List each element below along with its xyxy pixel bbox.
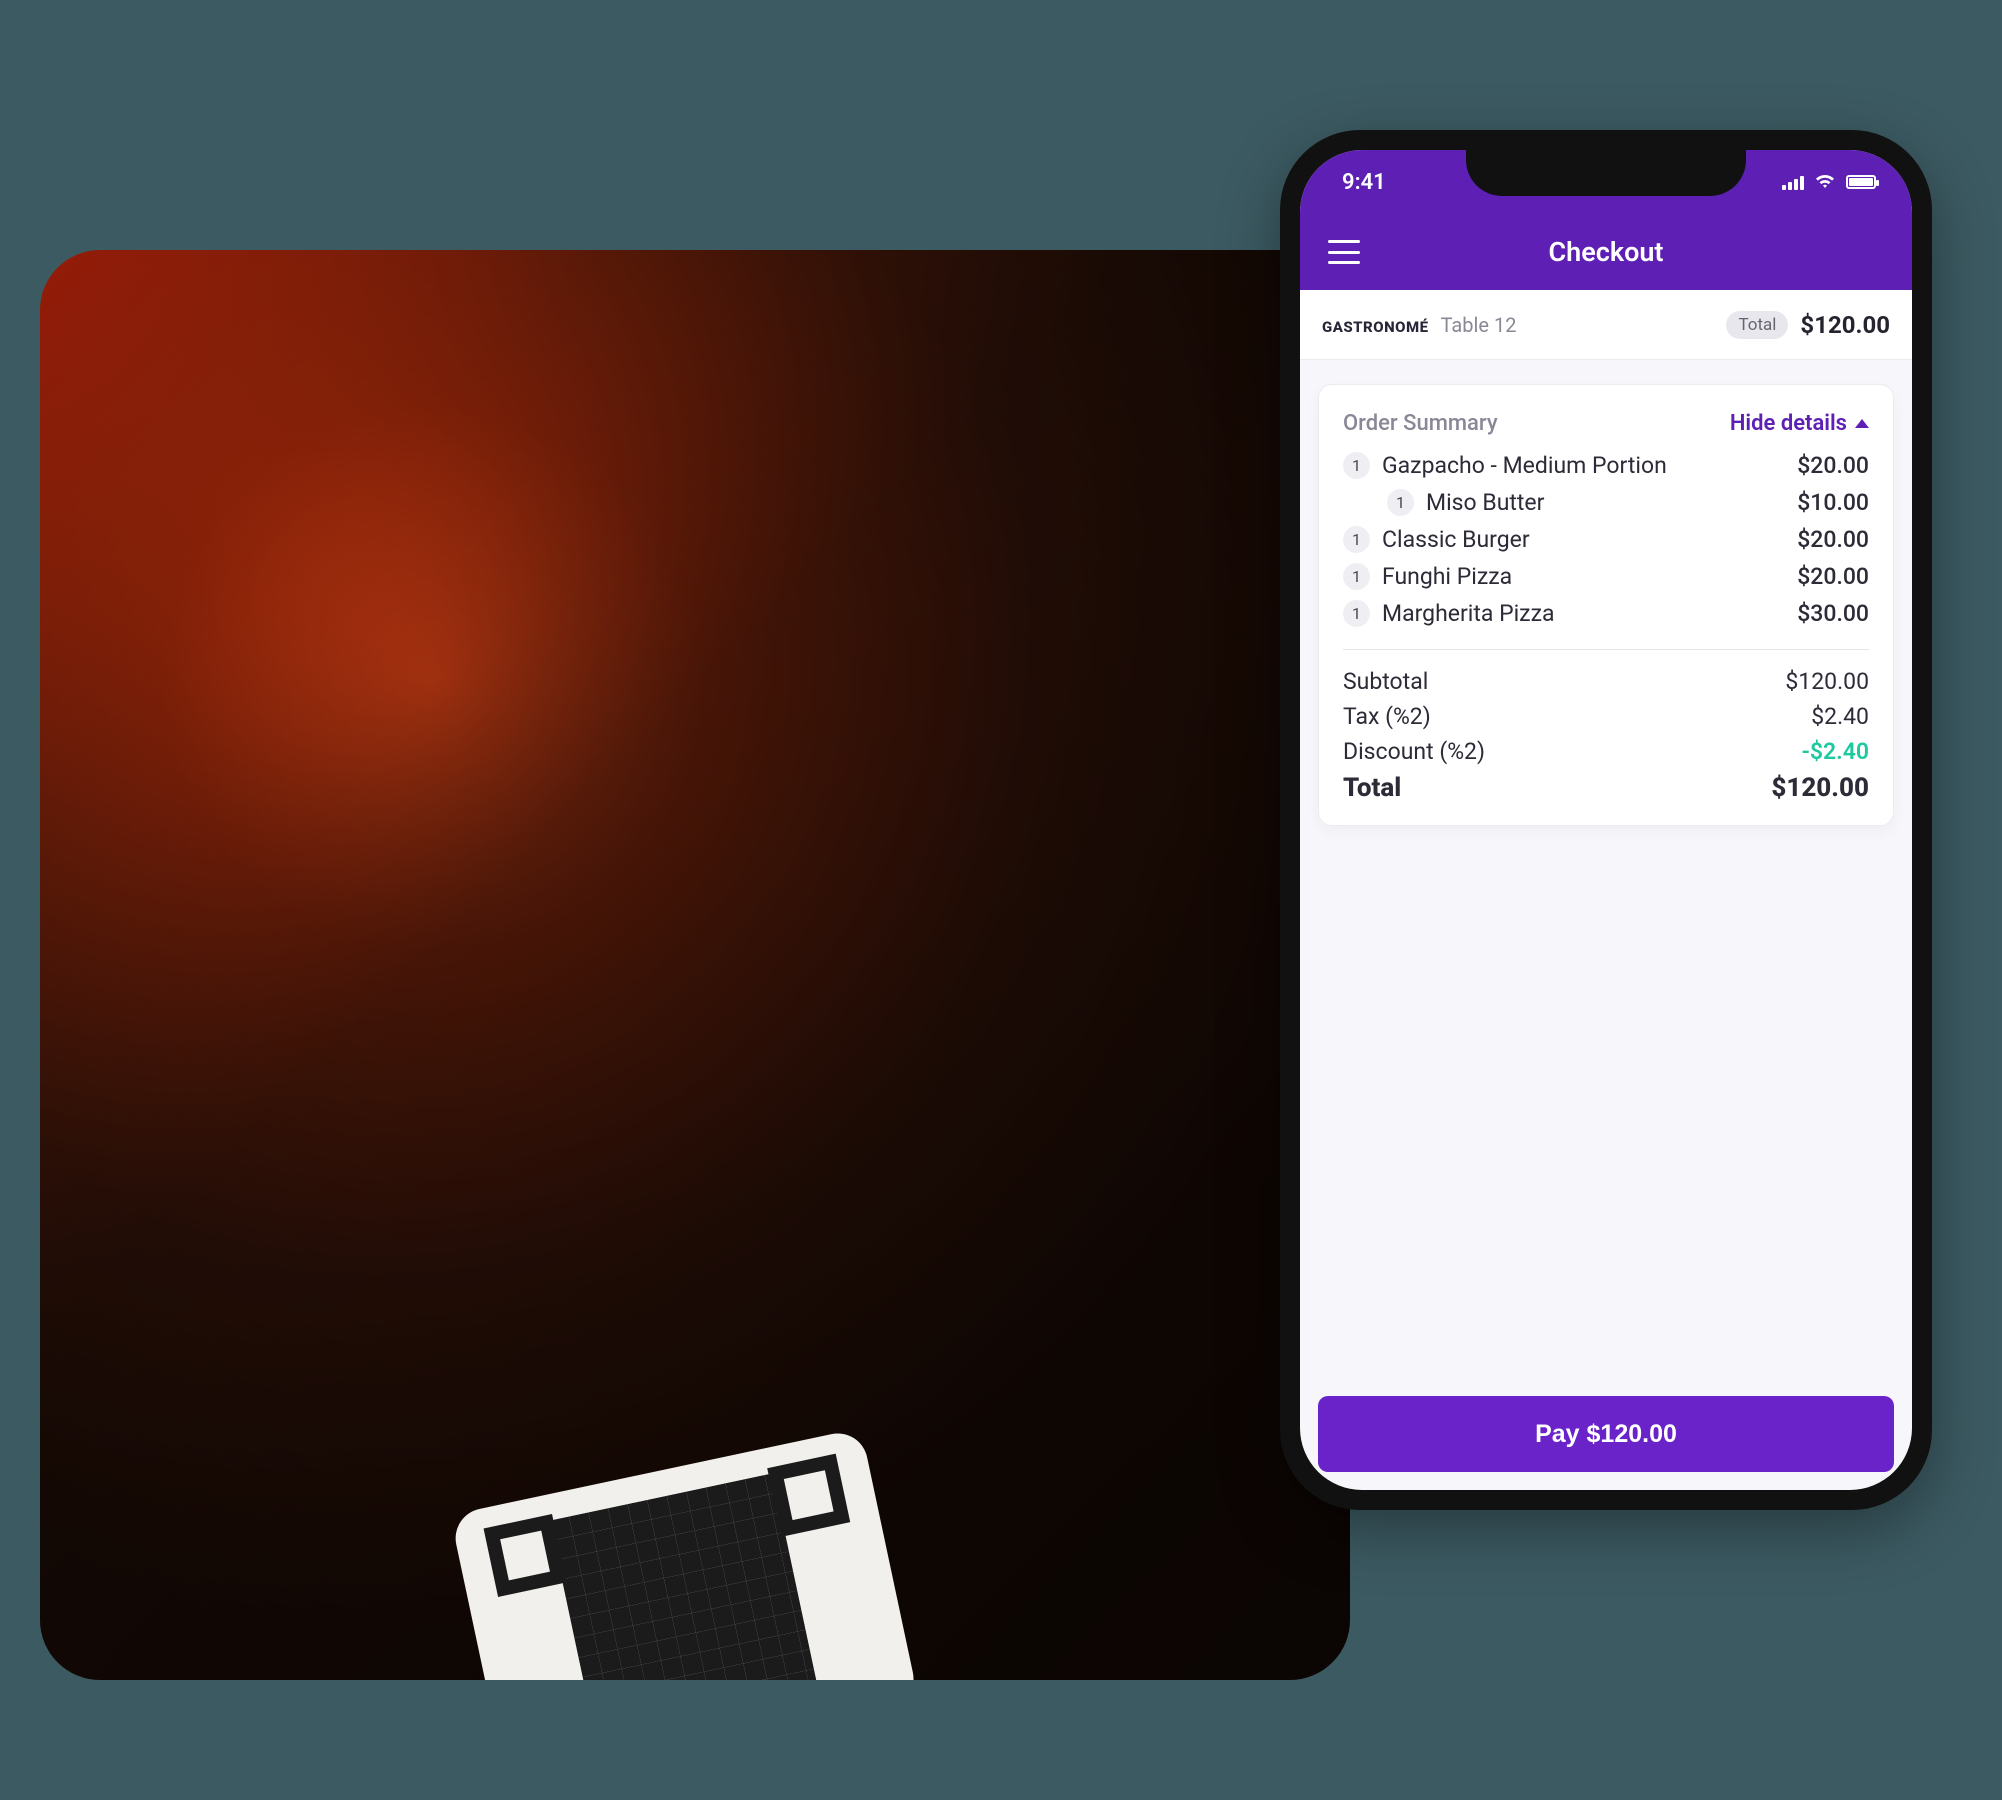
order-summary-title: Order Summary [1343,411,1498,436]
item-price: $20.00 [1797,452,1869,479]
hide-details-toggle[interactable]: Hide details [1730,411,1869,436]
item-name: Margherita Pizza [1382,600,1785,627]
restaurant-brand: GASTRONOMÉ [1322,318,1429,336]
header-total-amount: $120.00 [1800,311,1890,339]
tax-label: Tax (%2) [1343,703,1431,730]
table-label: Table 12 [1441,313,1517,337]
item-price: $10.00 [1797,489,1869,516]
wifi-icon [1814,170,1836,195]
total-chip: Total [1726,311,1788,339]
qr-sticker [450,1428,919,1680]
item-qty-badge: 1 [1343,563,1370,590]
body-area: Order Summary Hide details 1 Gazpacho - M… [1300,360,1912,1378]
order-item: 1 Miso Butter $10.00 [1343,489,1869,516]
order-items-list: 1 Gazpacho - Medium Portion $20.00 1 Miso Bu… [1343,452,1869,627]
footer: Pay $120.00 [1300,1378,1912,1490]
discount-value: -$2.40 [1801,738,1869,765]
total-label: Total [1343,773,1401,803]
item-name: Funghi Pizza [1382,563,1785,590]
subtotal-value: $120.00 [1785,668,1869,695]
order-item: 1 Gazpacho - Medium Portion $20.00 [1343,452,1869,479]
phone-frame: 9:41 Checkout GASTRONOMÉ Table 12 Total … [1280,130,1932,1510]
order-item: 1 Funghi Pizza $20.00 [1343,563,1869,590]
pay-button[interactable]: Pay $120.00 [1318,1396,1894,1472]
item-qty-badge: 1 [1343,526,1370,553]
subtotal-label: Subtotal [1343,668,1428,695]
item-price: $30.00 [1797,600,1869,627]
phone-screen: 9:41 Checkout GASTRONOMÉ Table 12 Total … [1300,150,1912,1490]
item-name: Miso Butter [1426,489,1785,516]
divider [1343,649,1869,650]
menu-icon[interactable] [1328,240,1360,264]
subtotal-row: Subtotal $120.00 [1343,668,1869,695]
total-row: Total $120.00 [1343,773,1869,803]
discount-row: Discount (%2) -$2.40 [1343,738,1869,765]
item-qty-badge: 1 [1343,452,1370,479]
cellular-icon [1782,174,1804,190]
total-value: $120.00 [1771,773,1869,803]
phone-notch [1466,150,1746,196]
item-name: Classic Burger [1382,526,1785,553]
tax-row: Tax (%2) $2.40 [1343,703,1869,730]
page-title: Checkout [1548,236,1663,268]
sub-header: GASTRONOMÉ Table 12 Total $120.00 [1300,290,1912,360]
battery-icon [1846,175,1876,189]
status-time: 9:41 [1342,170,1386,195]
hide-details-label: Hide details [1730,411,1847,436]
app-header: Checkout [1300,214,1912,290]
discount-label: Discount (%2) [1343,738,1485,765]
item-qty-badge: 1 [1387,489,1414,516]
item-name: Gazpacho - Medium Portion [1382,452,1785,479]
order-summary-card: Order Summary Hide details 1 Gazpacho - M… [1318,384,1894,826]
lifestyle-photo [40,250,1350,1680]
order-item: 1 Margherita Pizza $30.00 [1343,600,1869,627]
order-item: 1 Classic Burger $20.00 [1343,526,1869,553]
tax-value: $2.40 [1811,703,1869,730]
chevron-up-icon [1855,419,1869,428]
item-price: $20.00 [1797,526,1869,553]
item-price: $20.00 [1797,563,1869,590]
item-qty-badge: 1 [1343,600,1370,627]
